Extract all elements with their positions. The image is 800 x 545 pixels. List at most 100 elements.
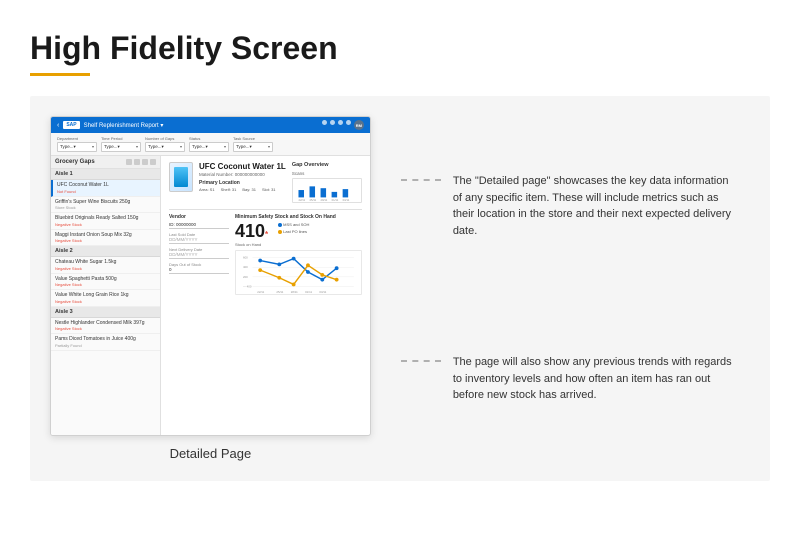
legend-dot-orange <box>278 230 282 234</box>
big-number-wrapper: 410* Stock on Hand <box>235 222 268 247</box>
location-details: Area: S1 Shelf: 31 Bay: 31 Slot: 31 <box>199 187 286 192</box>
list-item[interactable]: Value White Long Grain Rice 1kg Negative… <box>51 290 160 307</box>
dashed-line-2 <box>401 360 441 362</box>
time-period-filter: Time Period Type...▾ <box>101 136 141 152</box>
svg-text:25/11: 25/11 <box>276 290 283 294</box>
dashed-line-1 <box>401 179 441 181</box>
list-item[interactable]: UFC Coconut Water 1L Not Found <box>51 180 160 197</box>
list-item[interactable]: Nestle Highlander Condensed Milk 397g Ne… <box>51 318 160 335</box>
product-status: Negative Stock <box>55 238 156 243</box>
days-out-row: Days Out of Stock 0 <box>169 262 229 274</box>
list-item[interactable]: Bluebird Originals Ready Salted 150g Neg… <box>51 213 160 230</box>
vendor-id-row: ID: 00000000 <box>169 222 229 229</box>
list-item[interactable]: Chateau White Sugar 1.5kg Negative Stock <box>51 257 160 274</box>
time-period-value: Type... <box>104 144 118 149</box>
annotation-line-1 <box>401 173 441 181</box>
last-po-legend: Last PO lines <box>278 229 309 234</box>
status-filter-label: Status <box>189 136 229 141</box>
search-icon[interactable] <box>322 120 327 125</box>
scans-chart: 22/11 25/11 28/11 01/11 03/11 <box>292 178 362 203</box>
product-status: Not Found <box>57 189 156 194</box>
department-label: Department <box>57 136 97 141</box>
task-source-value: Type... <box>236 144 250 149</box>
svg-text:200: 200 <box>243 275 248 279</box>
legend-wrapper: MSS and SOH Last PO lines <box>278 222 309 236</box>
svg-text:22/11: 22/11 <box>298 198 305 202</box>
legend-last-po: Last PO lines <box>278 229 307 234</box>
vendor-id: ID: 00000000 <box>169 222 229 229</box>
gap-overview-label: Gap Overview <box>292 162 362 168</box>
status-filter: Status Type...▾ <box>189 136 229 152</box>
product-status: Negative Stock <box>55 282 156 287</box>
list-item[interactable]: Griffin's Super Wine Biscuits 250g Store… <box>51 197 160 214</box>
gaps-select[interactable]: Type...▾ <box>145 142 185 152</box>
gaps-value: Type... <box>148 144 162 149</box>
department-value: Type... <box>60 144 74 149</box>
location-area: Area: S1 <box>199 187 215 192</box>
svg-text:600: 600 <box>243 256 248 260</box>
product-status: Negative Stock <box>55 326 156 331</box>
two-col-section: Vendor ID: 00000000 Last Sold Date DD/MM… <box>169 214 362 295</box>
product-image-inner <box>174 167 188 187</box>
detail-panel: UFC Coconut Water 1L Material Number: 00… <box>161 156 370 436</box>
list-item[interactable]: Pams Diced Tomatoes in Juice 400g Partia… <box>51 334 160 351</box>
gap-overview-section: Gap Overview Scans <box>292 162 362 203</box>
legend-last-po-label: Last PO lines <box>283 229 307 234</box>
stock-header-row: 410* Stock on Hand MSS and SOH <box>235 222 362 247</box>
share-icon[interactable] <box>338 120 343 125</box>
svg-text:01/11: 01/11 <box>331 198 338 202</box>
aisle2-header: Aisle 2 <box>51 246 160 257</box>
last-sold-value[interactable]: DD/MM/YYYY <box>169 237 229 244</box>
product-status: Store Stock <box>55 205 156 210</box>
avatar[interactable]: RM <box>354 120 364 130</box>
annotation-block-1: The "Detailed page" showcases the key da… <box>401 173 740 239</box>
more-action-icon[interactable] <box>142 159 148 165</box>
svg-text:22/11: 22/11 <box>257 290 264 294</box>
status-select[interactable]: Type...▾ <box>189 142 229 152</box>
next-delivery-value[interactable]: DD/MM/YYYY <box>169 252 229 259</box>
legend-dot-blue <box>278 223 282 227</box>
gaps-filter: Number of Gaps Type...▾ <box>145 136 185 152</box>
sap-topbar: ‹ SAP Shelf Replenishment Report ▾ RM <box>51 117 370 133</box>
annotation-block-2: The page will also show any previous tre… <box>401 354 740 404</box>
list-item[interactable]: Maggi Instant Onion Soup Mix 32g Negativ… <box>51 230 160 247</box>
svg-text:28/11: 28/11 <box>320 198 327 202</box>
back-icon[interactable]: ‹ <box>57 122 59 129</box>
svg-text:400: 400 <box>243 265 248 269</box>
list-item[interactable]: Value Spaghetti Pasta 500g Negative Stoc… <box>51 274 160 291</box>
sort-action-icon[interactable] <box>134 159 140 165</box>
product-info: UFC Coconut Water 1L Material Number: 00… <box>199 162 286 203</box>
aisle1-header: Aisle 1 <box>51 169 160 180</box>
trend-chart-svg: 600 400 200 — 400 <box>236 251 361 294</box>
min-safety-label: Minimum Safety Stock and Stock On Hand <box>235 214 362 220</box>
product-material: Material Number: 000000000000 <box>199 172 286 177</box>
location-slot: Slot: 31 <box>262 187 276 192</box>
svg-text:— 400: — 400 <box>243 284 252 288</box>
screen-mockup: ‹ SAP Shelf Replenishment Report ▾ RM De… <box>50 116 371 436</box>
sidebar-panel: Grocery Gaps Aisle 1 UFC Coconut Wat <box>51 156 161 436</box>
svg-text:25/11: 25/11 <box>309 198 316 202</box>
svg-text:28/11: 28/11 <box>291 290 298 294</box>
settings-icon[interactable] <box>330 120 335 125</box>
location-shelf: Shelf: 31 <box>221 187 237 192</box>
svg-text:03/11: 03/11 <box>342 198 349 202</box>
product-status: Negative Stock <box>55 266 156 271</box>
next-delivery-row: Next Delivery Date DD/MM/YYYY <box>169 247 229 259</box>
department-select[interactable]: Type...▾ <box>57 142 97 152</box>
stock-legend: MSS and SOH <box>278 222 309 227</box>
filter-action-icon[interactable] <box>126 159 132 165</box>
annotation-text-1: The "Detailed page" showcases the key da… <box>453 173 740 239</box>
gaps-label: Number of Gaps <box>145 136 185 141</box>
collapse-action-icon[interactable] <box>150 159 156 165</box>
product-status: Negative Stock <box>55 222 156 227</box>
product-detail-name: UFC Coconut Water 1L <box>199 162 286 171</box>
task-source-select[interactable]: Type...▾ <box>233 142 273 152</box>
legend-mss: MSS and SOH <box>278 222 309 227</box>
task-source-filter: Task Source Type...▾ <box>233 136 273 152</box>
big-stock-number: 410 <box>235 221 265 241</box>
sap-report-title: Shelf Replenishment Report ▾ <box>84 122 318 129</box>
time-period-select[interactable]: Type...▾ <box>101 142 141 152</box>
notifications-icon[interactable] <box>346 120 351 125</box>
trend-chart: 600 400 200 — 400 <box>235 250 362 295</box>
annotation-text-2: The page will also show any previous tre… <box>453 354 740 404</box>
